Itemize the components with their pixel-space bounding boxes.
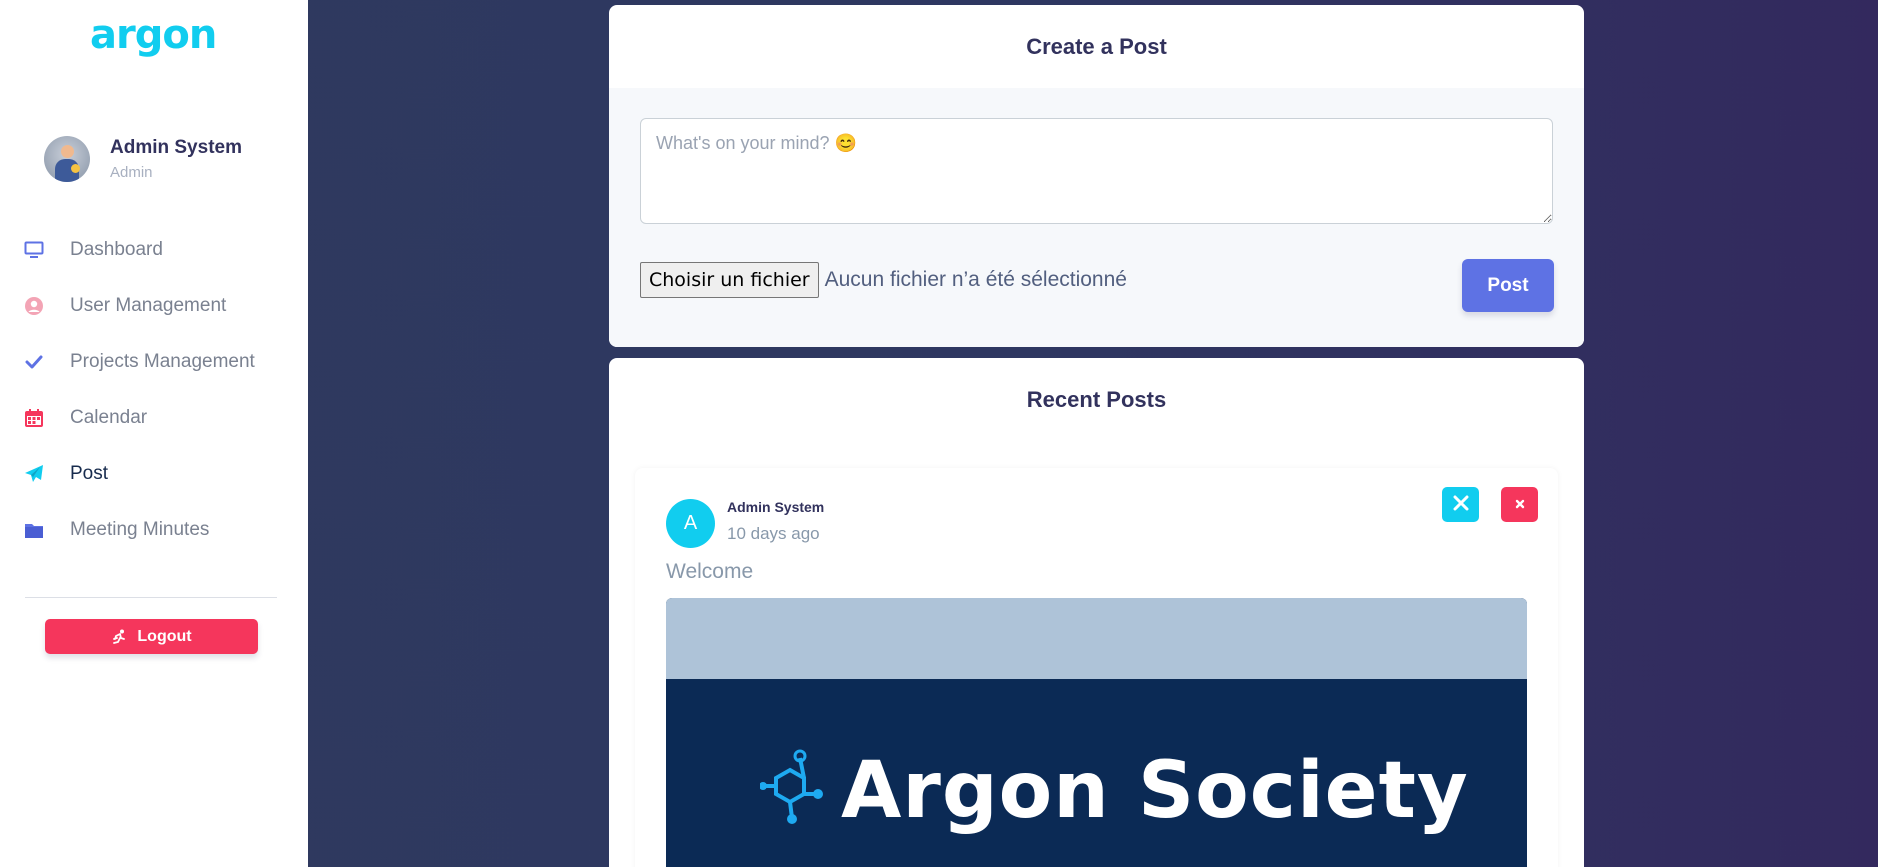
close-icon	[1515, 497, 1525, 512]
check-icon	[22, 350, 46, 374]
post-image-caption: Argon Society	[841, 746, 1469, 836]
sidebar-item-meeting-minutes[interactable]: Meeting Minutes	[22, 502, 255, 558]
sidebar-item-dashboard[interactable]: Dashboard	[22, 222, 255, 278]
file-status-text: Aucun fichier n’a été sélectionné	[824, 268, 1127, 291]
paper-plane-icon	[22, 462, 46, 486]
avatar	[44, 136, 90, 182]
delete-post-button[interactable]	[1501, 487, 1538, 522]
sidebar-item-label: Post	[70, 463, 109, 484]
folder-icon	[22, 518, 46, 542]
create-post-card: Create a Post Choisir un fichier Aucun f…	[609, 5, 1584, 347]
post-timestamp: 10 days ago	[727, 524, 820, 543]
post-image: Argon Society	[666, 598, 1527, 867]
molecule-icon	[759, 748, 824, 829]
sidebar-item-label: Calendar	[70, 407, 148, 428]
running-icon	[111, 629, 127, 645]
create-post-title: Create a Post	[1026, 33, 1167, 59]
edit-post-button[interactable]	[1442, 487, 1479, 522]
post-item: A Admin System 10 days ago Welcome Argon…	[635, 468, 1558, 867]
calendar-icon	[22, 406, 46, 430]
choose-file-button[interactable]: Choisir un fichier	[640, 262, 819, 298]
sidebar-item-label: Projects Management	[70, 351, 255, 372]
recent-posts-card: Recent Posts A Admin System 10 days ago …	[609, 358, 1584, 867]
tools-icon	[1453, 495, 1469, 514]
user-profile[interactable]: Admin System Admin	[44, 136, 242, 182]
sidebar-item-post[interactable]: Post	[22, 446, 255, 502]
sidebar-item-calendar[interactable]: Calendar	[22, 390, 255, 446]
user-role: Admin	[110, 164, 153, 181]
user-name: Admin System	[110, 137, 242, 158]
post-content-input[interactable]	[640, 118, 1553, 224]
sidebar-item-label: User Management	[70, 295, 227, 316]
recent-posts-title: Recent Posts	[1026, 387, 1167, 412]
monitor-icon	[22, 238, 46, 262]
post-text: Welcome	[666, 560, 754, 583]
post-avatar: A	[666, 499, 715, 548]
logout-label: Logout	[137, 627, 192, 645]
sidebar-item-user-management[interactable]: User Management	[22, 278, 255, 334]
file-upload: Choisir un fichier Aucun fichier n’a été…	[640, 262, 1127, 298]
sidebar-nav: Dashboard User Management Projects Manag…	[22, 222, 255, 558]
sidebar-item-label: Dashboard	[70, 239, 163, 260]
sidebar: argon Admin System Admin Dashboard User …	[0, 0, 308, 867]
post-author: Admin System	[727, 499, 825, 515]
sidebar-divider	[25, 597, 277, 598]
sidebar-item-label: Meeting Minutes	[70, 519, 210, 540]
user-circle-icon	[22, 294, 46, 318]
logout-button[interactable]: Logout	[45, 619, 258, 654]
sidebar-item-projects-management[interactable]: Projects Management	[22, 334, 255, 390]
brand-logo[interactable]: argon	[90, 12, 217, 58]
submit-post-button[interactable]: Post	[1462, 259, 1554, 312]
